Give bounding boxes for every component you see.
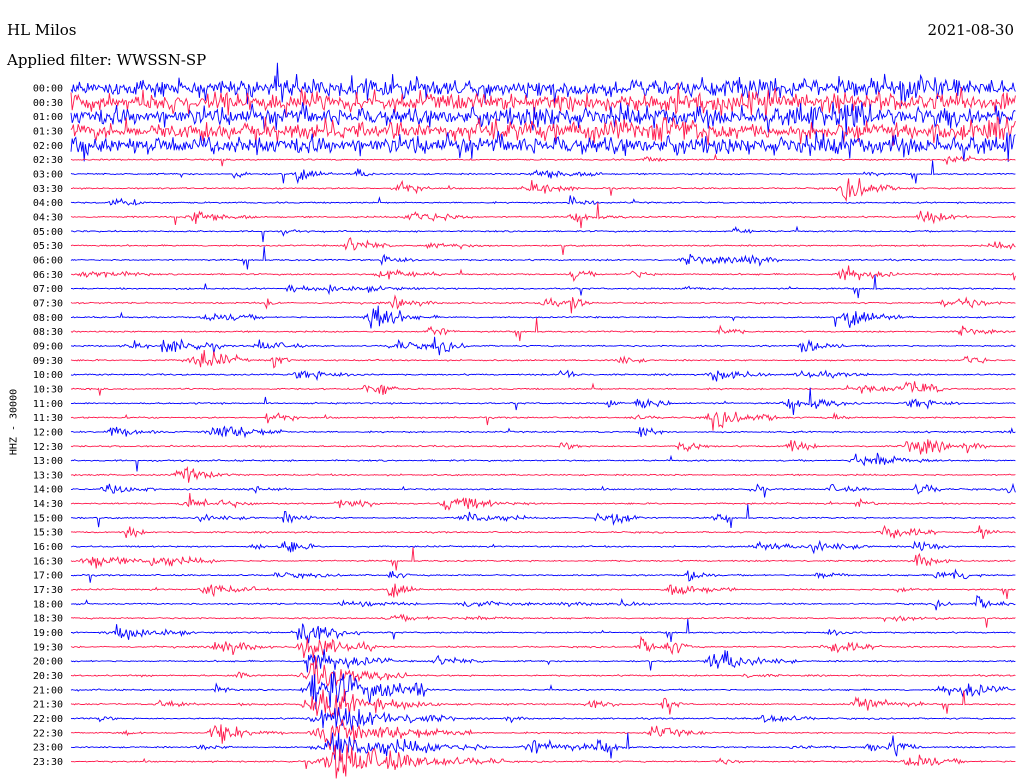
tick-label: 00:00 [33,84,63,95]
tick-label: 01:30 [33,126,63,137]
tick-label: 11:30 [33,413,63,424]
tick-label: 23:00 [33,743,63,754]
tick-label: 04:30 [33,212,63,223]
tick-label: 14:30 [33,499,63,510]
tick-label: 16:00 [33,542,63,553]
helicorder-plot: 00:00 00:30 01:00 01:30 02:00 02:30 03:00 03:30… [33,62,1016,779]
tick-label: 13:30 [33,470,63,481]
tick-label: 14:00 [33,485,63,496]
tick-label: 19:00 [33,628,63,639]
tick-label: 07:00 [33,284,63,295]
trace-0000 [70,62,1016,107]
tick-label: 10:30 [33,384,63,395]
trace-0130 [70,116,1016,146]
tick-label: 21:30 [33,700,63,711]
tick-label: 12:30 [33,442,63,453]
tick-label: 21:00 [33,685,63,696]
tick-label: 16:30 [33,556,63,567]
trace-1830 [70,613,1016,628]
tick-label: 08:00 [33,313,63,324]
tick-label: 07:30 [33,298,63,309]
tick-label: 05:30 [33,241,63,252]
tick-label: 17:30 [33,585,63,596]
tick-label: 22:30 [33,728,63,739]
trace-1100 [70,387,1016,416]
trace-0100 [70,101,1016,137]
trace-0600 [70,246,1016,270]
trace-1230 [70,439,1016,455]
tick-label: 17:00 [33,571,63,582]
tick-label: 10:00 [33,370,63,381]
trace-1700 [70,568,1016,583]
tick-label: 02:30 [33,155,63,166]
tick-label: 02:00 [33,141,63,152]
tick-label: 19:30 [33,642,63,653]
trace-0630 [71,265,1016,282]
trace-1030 [70,381,1016,396]
trace-1430 [70,493,1016,511]
seismic-traces [70,62,1016,779]
trace-2130 [70,689,1016,718]
trace-0800 [70,305,1016,329]
tick-label: 13:00 [33,456,63,467]
tick-label: 23:30 [33,757,63,768]
trace-1730 [70,583,1016,600]
tick-label: 04:00 [33,198,63,209]
trace-1630 [70,547,1016,571]
trace-1900 [71,618,1016,644]
trace-0730 [70,294,1016,314]
trace-0930 [70,349,1016,369]
trace-0500 [70,225,1016,243]
trace-1530 [70,524,1016,540]
trace-2230 [70,719,1016,751]
trace-2000 [70,649,1016,673]
tick-label: 06:00 [33,255,63,266]
tick-label: 11:00 [33,399,63,410]
trace-2300 [70,732,1016,761]
trace-1330 [70,465,1016,483]
tick-label: 22:00 [33,714,63,725]
tick-labels: 00:00 00:30 01:00 01:30 02:00 02:30 03:00 03:30… [33,84,63,769]
tick-label: 03:00 [33,169,63,180]
trace-0830 [70,317,1016,342]
trace-1200 [70,425,1016,439]
trace-0900 [70,336,1016,356]
tick-label: 18:00 [33,599,63,610]
trace-0230 [70,153,1016,167]
trace-0530 [70,237,1016,256]
tick-label: 01:00 [33,112,63,123]
tick-label: 05:00 [33,227,63,238]
trace-0700 [70,274,1016,299]
tick-label: 20:30 [33,671,63,682]
trace-1000 [70,369,1016,382]
trace-1300 [70,452,1016,472]
tick-label: 18:30 [33,614,63,625]
trace-1400 [70,482,1016,498]
tick-label: 09:00 [33,341,63,352]
trace-1800 [70,594,1016,611]
trace-0330 [70,178,1016,203]
tick-label: 15:30 [33,528,63,539]
tick-label: 20:00 [33,657,63,668]
tick-label: 08:30 [33,327,63,338]
tick-label: 06:30 [33,270,63,281]
tick-label: 09:30 [33,356,63,367]
tick-label: 15:00 [33,513,63,524]
trace-1600 [70,539,1016,555]
trace-1500 [70,504,1016,528]
trace-1930 [70,635,1016,659]
trace-0400 [70,195,1016,206]
tick-label: 12:00 [33,427,63,438]
trace-2200 [70,707,1016,731]
tick-label: 00:30 [33,98,63,109]
trace-2330 [70,744,1016,779]
trace-0430 [70,202,1016,229]
tick-label: 03:30 [33,184,63,195]
trace-0300 [70,160,1016,185]
